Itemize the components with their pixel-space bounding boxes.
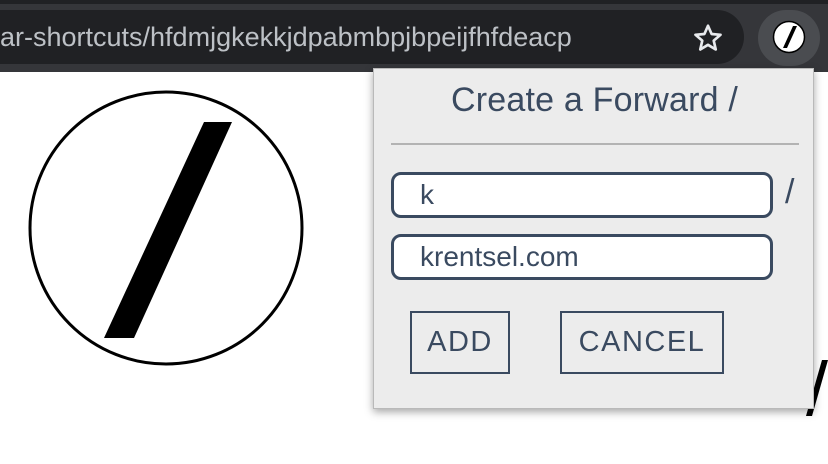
popup-divider: [391, 143, 799, 145]
extension-button[interactable]: [758, 10, 820, 66]
add-button[interactable]: ADD: [410, 311, 510, 374]
slash-circle-logo: [28, 90, 304, 366]
slash-circle-icon: [772, 20, 806, 54]
tab-strip-edge: [0, 0, 828, 4]
screen: ar-shortcuts/hfdmjgkekkjdpabmbpjbpeijfhf…: [0, 0, 828, 464]
star-outline-icon[interactable]: [692, 22, 724, 54]
browser-toolbar: ar-shortcuts/hfdmjgkekkjdpabmbpjbpeijfhf…: [0, 0, 828, 72]
address-bar-url[interactable]: ar-shortcuts/hfdmjgkekkjdpabmbpjbpeijfhf…: [0, 10, 660, 64]
url-input[interactable]: [391, 234, 773, 280]
popup-title: Create a Forward /: [450, 81, 739, 119]
shortcut-slash-label: /: [785, 173, 795, 211]
shortcut-input[interactable]: [391, 172, 773, 218]
cancel-button[interactable]: CANCEL: [560, 311, 724, 374]
create-forward-popup: Create a Forward / / ADD CANCEL: [373, 68, 814, 409]
